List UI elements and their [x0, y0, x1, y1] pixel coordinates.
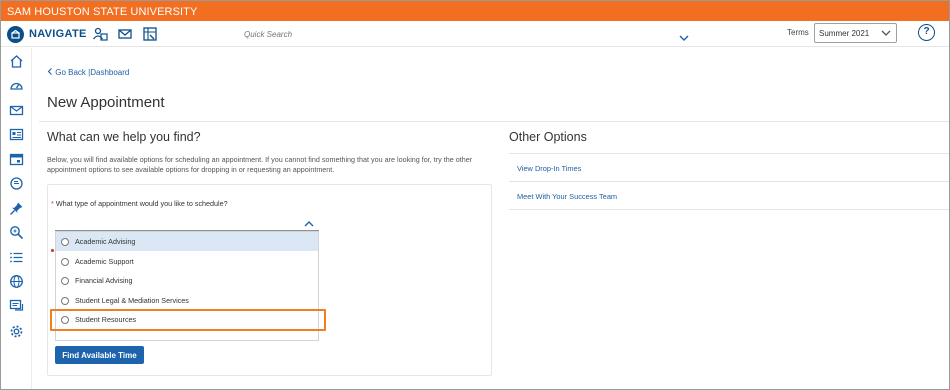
other-options-title: Other Options — [509, 130, 587, 144]
highlight-box — [50, 309, 326, 331]
link-label: View Drop-In Times — [517, 164, 582, 173]
option-label: Academic Support — [75, 257, 134, 266]
app-window: SAM HOUSTON STATE UNIVERSITY NAVIGATE Te… — [0, 0, 950, 390]
view-drop-in-times-link[interactable]: View Drop-In Times — [509, 153, 949, 181]
students-icon[interactable] — [92, 26, 108, 42]
search-input[interactable] — [241, 23, 697, 45]
brand-name: NAVIGATE — [29, 28, 87, 40]
reports-icon[interactable] — [9, 176, 24, 191]
chevron-down-icon[interactable] — [679, 29, 689, 47]
option-label: Financial Advising — [75, 276, 133, 285]
terms-label: Terms — [787, 28, 809, 37]
chat-icon[interactable] — [9, 299, 24, 314]
help-icon[interactable]: ? — [918, 24, 935, 41]
option-financial-advising[interactable]: Financial Advising — [56, 271, 318, 290]
quick-search[interactable] — [241, 23, 697, 45]
mail-icon[interactable] — [117, 26, 133, 42]
card-icon[interactable] — [9, 127, 24, 142]
go-back-link[interactable]: Go Back |Dashboard — [47, 68, 129, 77]
search-icon[interactable] — [9, 225, 24, 240]
option-academic-advising[interactable]: Academic Advising — [56, 232, 318, 251]
meet-success-team-link[interactable]: Meet With Your Success Team — [509, 181, 949, 209]
list-icon[interactable] — [9, 250, 24, 265]
option-academic-support[interactable]: Academic Support — [56, 252, 318, 271]
chevron-down-icon — [881, 29, 891, 39]
radio-icon[interactable] — [61, 296, 69, 305]
help-find-title: What can we help you find? — [47, 130, 201, 144]
help-description: Below, you will find available options f… — [47, 155, 473, 174]
option-label: Student Legal & Mediation Services — [75, 296, 189, 305]
required-marker: * — [51, 199, 54, 208]
settings-icon[interactable] — [9, 324, 24, 339]
globe-icon[interactable] — [9, 274, 24, 289]
message-icon[interactable] — [9, 103, 24, 118]
go-back-label: Go Back |Dashboard — [55, 68, 130, 77]
radio-icon[interactable] — [61, 257, 69, 266]
chevron-left-icon — [47, 68, 55, 77]
radio-icon[interactable] — [61, 237, 69, 246]
link-label: Meet With Your Success Team — [517, 192, 618, 201]
dashboard-icon[interactable] — [9, 78, 24, 93]
option-student-legal-mediation[interactable]: Student Legal & Mediation Services — [56, 291, 318, 310]
home-icon[interactable] — [9, 54, 24, 69]
sidebar — [1, 48, 32, 389]
question-label: What type of appointment would you like … — [55, 199, 228, 208]
navigate-logo[interactable]: NAVIGATE — [7, 25, 87, 43]
pin-icon[interactable] — [9, 201, 24, 216]
required-marker — [51, 249, 54, 252]
university-banner: SAM HOUSTON STATE UNIVERSITY — [1, 1, 949, 21]
calendar-icon[interactable] — [9, 152, 24, 167]
find-available-time-button[interactable]: Find Available Time — [55, 346, 144, 364]
navigate-logo-icon — [7, 25, 24, 43]
radio-icon[interactable] — [61, 276, 69, 285]
terms-selected-value: Summer 2021 — [819, 29, 870, 38]
calendar-icon[interactable] — [142, 26, 158, 42]
appointment-type-question: * What type of appointment would you lik… — [51, 199, 228, 208]
appointment-type-dropdown[interactable] — [55, 211, 319, 231]
page-title: New Appointment — [47, 94, 165, 111]
option-label: Academic Advising — [75, 237, 136, 246]
top-nav: NAVIGATE Terms Summer 2021 ? — [1, 21, 949, 47]
terms-select[interactable]: Summer 2021 — [814, 23, 897, 43]
title-divider — [39, 121, 949, 122]
other-options-divider — [509, 209, 949, 210]
